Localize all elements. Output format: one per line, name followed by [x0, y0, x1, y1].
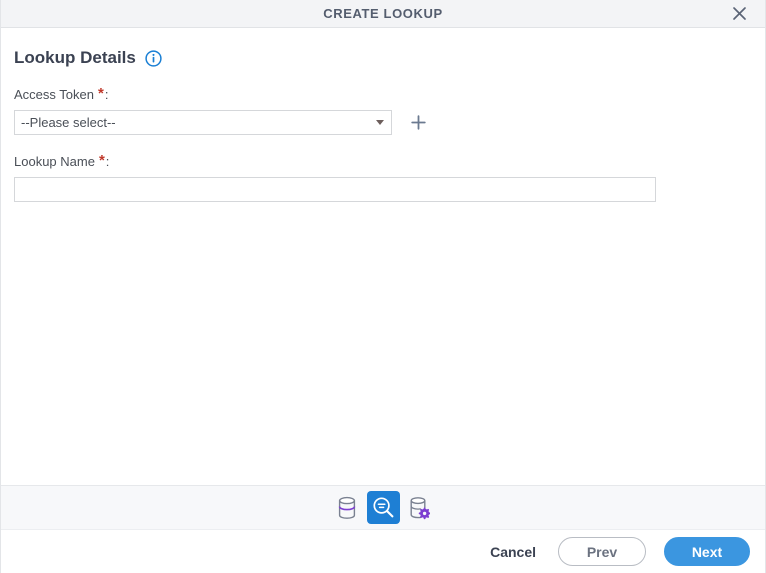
close-button[interactable] [719, 0, 759, 27]
required-asterisk: * [97, 85, 104, 102]
dialog-footer: Cancel Prev Next [1, 530, 765, 573]
lookup-name-label: Lookup Name * : [14, 152, 752, 170]
prev-button[interactable]: Prev [558, 537, 646, 566]
chevron-down-icon [376, 120, 384, 125]
database-settings-icon [410, 496, 430, 519]
database-icon [338, 496, 356, 519]
lookup-name-input[interactable] [14, 177, 656, 202]
access-token-row: --Please select-- [14, 110, 752, 135]
cancel-button[interactable]: Cancel [480, 538, 546, 566]
add-access-token-button[interactable] [408, 113, 428, 133]
step-lookup-details[interactable] [366, 491, 400, 524]
access-token-label: Access Token * : [14, 85, 752, 103]
plus-icon [410, 115, 426, 130]
step-data-source[interactable] [331, 491, 364, 524]
section-header: Lookup Details [14, 48, 752, 68]
next-button[interactable]: Next [664, 537, 750, 566]
close-icon [732, 7, 746, 20]
step-lookup-configuration[interactable] [403, 491, 436, 524]
access-token-label-text: Access Token [14, 87, 94, 102]
create-lookup-dialog: CREATE LOOKUP Lookup Details Access Toke… [0, 0, 766, 573]
access-token-selected-value: --Please select-- [21, 115, 116, 130]
info-circle-icon[interactable] [145, 49, 162, 67]
lookup-name-label-text: Lookup Name [14, 154, 95, 169]
dialog-titlebar: CREATE LOOKUP [1, 0, 765, 28]
label-colon: : [104, 87, 109, 102]
dialog-body: Lookup Details Access Token * : --Please… [1, 28, 765, 485]
step-indicator-bar [1, 485, 765, 530]
lookup-search-icon [372, 497, 393, 518]
page-title: Lookup Details [14, 48, 136, 67]
dialog-title: CREATE LOOKUP [323, 6, 443, 21]
lookup-name-field-block: Lookup Name * : [14, 152, 752, 202]
label-colon: : [105, 154, 110, 169]
access-token-select[interactable]: --Please select-- [14, 110, 392, 135]
access-token-field-block: Access Token * : --Please select-- [14, 85, 752, 135]
required-asterisk: * [98, 152, 105, 169]
